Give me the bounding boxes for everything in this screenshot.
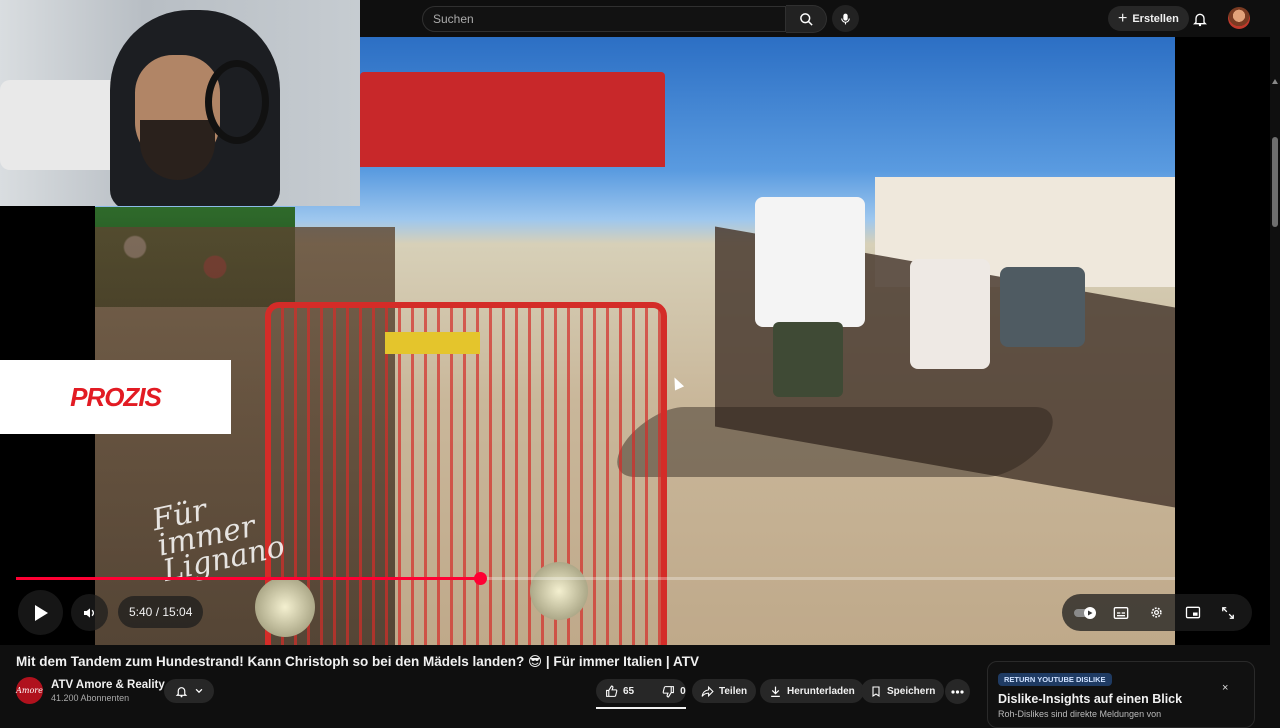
dislike-count: 0 xyxy=(680,685,686,697)
share-label: Teilen xyxy=(719,685,748,697)
progress-scrubber[interactable] xyxy=(473,572,487,585)
person-man xyxy=(755,197,865,327)
save-label: Speichern xyxy=(887,685,936,697)
subscription-bell-button[interactable] xyxy=(164,679,214,703)
person-woman-2 xyxy=(1000,267,1085,347)
webcam-overlay xyxy=(0,0,360,206)
bell-icon xyxy=(175,686,187,697)
mute-button[interactable] xyxy=(71,594,108,631)
bell-icon xyxy=(1193,13,1207,27)
voice-search-button[interactable] xyxy=(832,5,859,32)
play-icon xyxy=(34,604,48,621)
create-label: Erstellen xyxy=(1132,12,1179,25)
account-avatar[interactable] xyxy=(1228,7,1250,29)
autoplay-toggle[interactable] xyxy=(1073,600,1099,626)
volume-icon xyxy=(83,607,94,618)
settings-button[interactable] xyxy=(1144,600,1170,626)
more-actions-button[interactable] xyxy=(945,679,970,704)
share-button[interactable]: Teilen xyxy=(692,679,757,703)
like-count: 65 xyxy=(623,685,635,697)
chevron-down-icon xyxy=(195,688,202,694)
search-input[interactable]: Suchen xyxy=(422,6,786,32)
progress-played xyxy=(16,577,480,580)
time-display: 5:40 / 15:04 xyxy=(118,596,204,628)
play-button[interactable] xyxy=(18,590,63,635)
sponsor-logo-text: PROZIS xyxy=(70,381,162,412)
dislike-insights-card: RETURN YOUTUBE DISLIKE Dislike-Insights … xyxy=(987,661,1255,728)
create-button[interactable]: + Erstellen xyxy=(1108,6,1189,31)
share-icon xyxy=(701,685,714,697)
subscriber-count: 41.200 Abonnenten xyxy=(51,693,130,703)
subtitles-button[interactable] xyxy=(1108,600,1134,626)
video-title: Mit dem Tandem zum Hundestrand! Kann Chr… xyxy=(16,654,699,669)
scroll-thumb[interactable] xyxy=(1272,137,1278,227)
like-dislike-group: 65 0 xyxy=(596,679,686,703)
progress-bar[interactable] xyxy=(16,572,1175,585)
bookmark-icon xyxy=(872,685,880,697)
plus-icon: + xyxy=(1118,9,1128,27)
search-button[interactable] xyxy=(786,5,827,33)
page-scrollbar[interactable] xyxy=(1270,37,1280,720)
thumbs-up-icon xyxy=(606,685,618,697)
thumbs-down-icon xyxy=(662,685,675,697)
dislike-card-subtitle: Roh-Dislikes sind direkte Meldungen von xyxy=(998,709,1162,719)
dislike-card-badge: RETURN YOUTUBE DISLIKE xyxy=(998,673,1112,686)
cart-seat-cushion xyxy=(385,332,480,354)
cart-roof xyxy=(360,72,665,167)
fullscreen-icon xyxy=(1222,606,1235,619)
subtitles-icon xyxy=(1114,606,1129,619)
miniplayer-icon xyxy=(1185,606,1200,619)
notifications-button[interactable] xyxy=(1189,8,1211,30)
microphone-icon xyxy=(841,13,850,24)
scroll-up-icon[interactable] xyxy=(1272,79,1278,84)
sponsor-overlay: PROZIS xyxy=(0,360,231,434)
like-button[interactable]: 65 xyxy=(596,679,643,703)
download-button[interactable]: Herunterladen xyxy=(760,679,864,703)
dislike-card-title: Dislike-Insights auf einen Blick xyxy=(998,692,1183,706)
person-woman-1 xyxy=(910,259,990,369)
search-icon xyxy=(799,12,813,26)
channel-name[interactable]: ATV Amore & Reality xyxy=(51,679,165,691)
more-dots-icon xyxy=(951,689,964,694)
dislike-button[interactable]: 0 xyxy=(653,679,695,703)
player-right-controls xyxy=(1062,594,1252,631)
download-icon xyxy=(771,686,780,697)
person-man-shorts xyxy=(773,322,843,397)
gear-icon xyxy=(1151,607,1163,618)
download-label: Herunterladen xyxy=(787,685,855,697)
headphones-icon xyxy=(205,60,269,144)
people-shadow xyxy=(600,407,1070,477)
close-icon[interactable]: × xyxy=(1222,682,1228,694)
cart-lamp-right xyxy=(530,562,588,620)
search-box: Suchen xyxy=(422,5,827,33)
autoplay-toggle-icon xyxy=(1073,606,1096,619)
like-ratio-bar xyxy=(596,707,686,709)
fullscreen-button[interactable] xyxy=(1215,600,1241,626)
miniplayer-button[interactable] xyxy=(1180,600,1206,626)
save-button[interactable]: Speichern xyxy=(861,679,945,703)
channel-avatar[interactable]: Amore xyxy=(16,677,43,704)
